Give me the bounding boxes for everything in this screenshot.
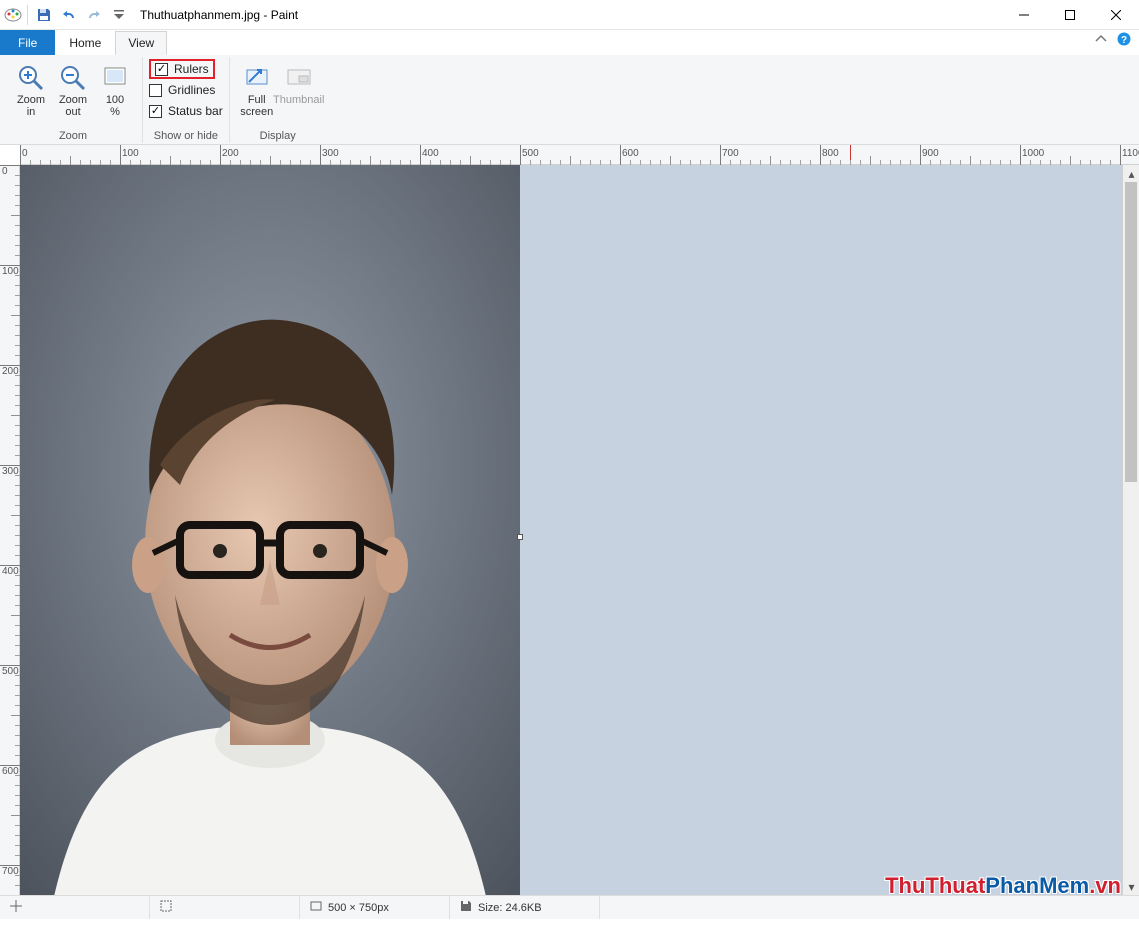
zoom-in-icon (15, 62, 47, 94)
save-icon[interactable] (33, 4, 55, 26)
title-bar: Thuthuatphanmem.jpg - Paint (0, 0, 1139, 30)
scrollbar-thumb[interactable] (1125, 182, 1137, 482)
disk-icon (460, 900, 472, 915)
zoom-out-button[interactable]: Zoom out (52, 61, 94, 123)
workspace: 010020030040050060070080090010001100 010… (0, 145, 1139, 895)
status-dimensions: 500 × 750px (300, 896, 450, 919)
tab-file[interactable]: File (0, 30, 55, 55)
status-selection (150, 896, 300, 919)
zoom-100-label: 100 % (106, 94, 124, 118)
portrait-image (20, 165, 520, 895)
horizontal-ruler: 010020030040050060070080090010001100 (20, 145, 1139, 165)
close-button[interactable] (1093, 0, 1139, 30)
dimensions-icon (310, 900, 322, 915)
group-show-label: Show or hide (154, 130, 218, 142)
thumbnail-label: Thumbnail (273, 94, 324, 106)
group-display: Full screen Thumbnail Display (230, 57, 326, 143)
tab-view[interactable]: View (115, 31, 167, 55)
rulers-checkbox[interactable] (155, 63, 168, 76)
full-screen-button[interactable]: Full screen (236, 61, 278, 123)
group-display-label: Display (260, 130, 296, 142)
tab-home[interactable]: Home (55, 30, 115, 55)
scroll-up-arrow-icon[interactable]: ▴ (1123, 165, 1139, 182)
status-size: Size: 24.6KB (450, 896, 600, 919)
quick-access-toolbar (0, 0, 130, 29)
undo-icon[interactable] (58, 4, 80, 26)
ribbon-view: Zoom in Zoom out 100 % Zoom Rulers (0, 55, 1139, 145)
zoom-in-button[interactable]: Zoom in (10, 61, 52, 123)
zoom-out-icon (57, 62, 89, 94)
gridlines-label: Gridlines (168, 83, 215, 97)
paint-app-icon (4, 6, 22, 24)
rulers-checkbox-row[interactable]: Rulers (149, 59, 215, 79)
scroll-down-arrow-icon[interactable]: ▾ (1123, 878, 1139, 895)
crosshair-icon (10, 900, 22, 915)
statusbar-checkbox[interactable] (149, 105, 162, 118)
image-canvas[interactable] (20, 165, 520, 895)
vertical-scrollbar[interactable]: ▴ ▾ (1122, 165, 1139, 895)
window-title: Thuthuatphanmem.jpg - Paint (140, 8, 298, 22)
thumbnail-button: Thumbnail (278, 61, 320, 123)
thumbnail-icon (283, 62, 315, 94)
window-controls (1001, 0, 1139, 29)
maximize-button[interactable] (1047, 0, 1093, 30)
group-zoom-label: Zoom (59, 130, 87, 142)
zoom-in-label: Zoom in (17, 94, 45, 118)
watermark: ThuThuatPhanMem.vn (885, 873, 1121, 899)
redo-icon[interactable] (83, 4, 105, 26)
help-icon[interactable]: ? (1117, 32, 1131, 49)
collapse-ribbon-icon[interactable] (1095, 33, 1107, 48)
group-zoom: Zoom in Zoom out 100 % Zoom (4, 57, 143, 143)
full-screen-label: Full screen (240, 94, 273, 118)
gridlines-checkbox-row[interactable]: Gridlines (149, 80, 215, 100)
rulers-label: Rulers (174, 62, 209, 76)
full-screen-icon (241, 62, 273, 94)
vertical-ruler: 0100200300400500600700 (0, 165, 20, 895)
resize-handle-right[interactable] (517, 534, 523, 540)
ribbon-tabs: File Home View ? (0, 30, 1139, 55)
zoom-out-label: Zoom out (59, 94, 87, 118)
minimize-button[interactable] (1001, 0, 1047, 30)
zoom-100-icon (99, 62, 131, 94)
gridlines-checkbox[interactable] (149, 84, 162, 97)
group-show-or-hide: Rulers Gridlines Status bar Show or hide (143, 57, 230, 143)
zoom-100-button[interactable]: 100 % (94, 61, 136, 123)
svg-text:?: ? (1121, 35, 1127, 46)
status-pointer (0, 896, 150, 919)
qat-customize-icon[interactable] (108, 4, 130, 26)
statusbar-label: Status bar (168, 104, 223, 118)
statusbar-checkbox-row[interactable]: Status bar (149, 101, 223, 121)
canvas-area[interactable] (20, 165, 1122, 895)
selection-icon (160, 900, 172, 915)
